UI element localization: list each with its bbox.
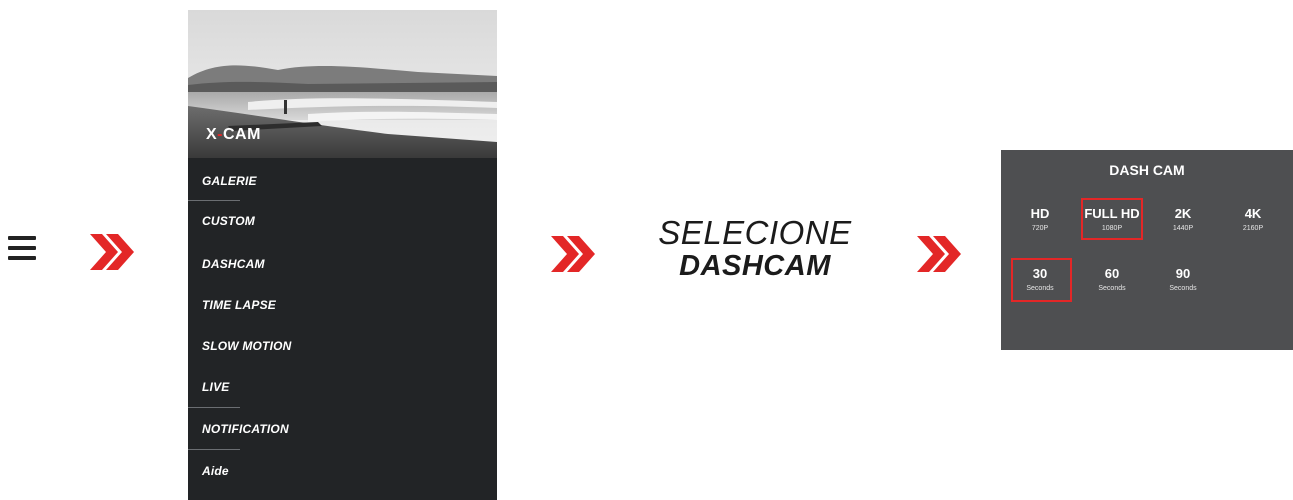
menu-item-slow-motion[interactable]: SLOW MOTION <box>202 339 292 353</box>
app-title: X-CAM <box>206 126 261 143</box>
caption-line-1: SELECIONE <box>658 214 852 251</box>
option-sublabel: 1440P <box>1172 225 1194 232</box>
option-sublabel: Seconds <box>1098 285 1126 292</box>
instruction-caption: SELECIONE DASHCAM <box>640 216 870 281</box>
panel-title: DASH CAM <box>1109 162 1185 178</box>
menu-separator <box>188 200 240 201</box>
option-sublabel: 2160P <box>1242 225 1264 232</box>
menu-item-time-lapse[interactable]: TIME LAPSE <box>202 298 276 312</box>
selected-resolution-highlight <box>1081 198 1143 240</box>
double-chevron-right-icon <box>90 234 134 270</box>
selected-duration-highlight <box>1011 258 1072 302</box>
side-menu: X-CAM GALERIE CUSTOM DASHCAM TIME LAPSE … <box>188 10 497 500</box>
option-label: 60 <box>1104 266 1120 281</box>
option-sublabel: 720P <box>1031 225 1049 232</box>
menu-item-galerie[interactable]: GALERIE <box>202 174 257 188</box>
resolution-option-hd[interactable]: HD 720P <box>1010 206 1070 232</box>
menu-item-custom[interactable]: CUSTOM <box>202 214 255 228</box>
duration-option-60[interactable]: 60 Seconds <box>1082 266 1142 292</box>
menu-separator <box>188 407 240 408</box>
resolution-option-2k[interactable]: 2K 1440P <box>1153 206 1213 232</box>
option-label: 2K <box>1174 206 1192 221</box>
option-label: 90 <box>1175 266 1191 281</box>
menu-item-aide[interactable]: Aide <box>202 464 229 478</box>
menu-item-live[interactable]: LIVE <box>202 380 229 394</box>
menu-item-dashcam[interactable]: DASHCAM <box>202 257 265 271</box>
menu-separator <box>188 449 240 450</box>
option-sublabel: Seconds <box>1169 285 1197 292</box>
resolution-option-4k[interactable]: 4K 2160P <box>1223 206 1283 232</box>
option-label: HD <box>1030 206 1050 221</box>
double-chevron-right-icon <box>917 236 961 272</box>
menu-item-notification[interactable]: NOTIFICATION <box>202 422 289 436</box>
caption-line-2: DASHCAM <box>679 250 831 282</box>
duration-option-90[interactable]: 90 Seconds <box>1153 266 1213 292</box>
menu-icon[interactable] <box>8 236 36 260</box>
option-label: 4K <box>1244 206 1262 221</box>
dashcam-settings-panel: DASH CAM HD 720P FULL HD 1080P 2K 1440P … <box>1001 150 1293 350</box>
double-chevron-right-icon <box>551 236 595 272</box>
